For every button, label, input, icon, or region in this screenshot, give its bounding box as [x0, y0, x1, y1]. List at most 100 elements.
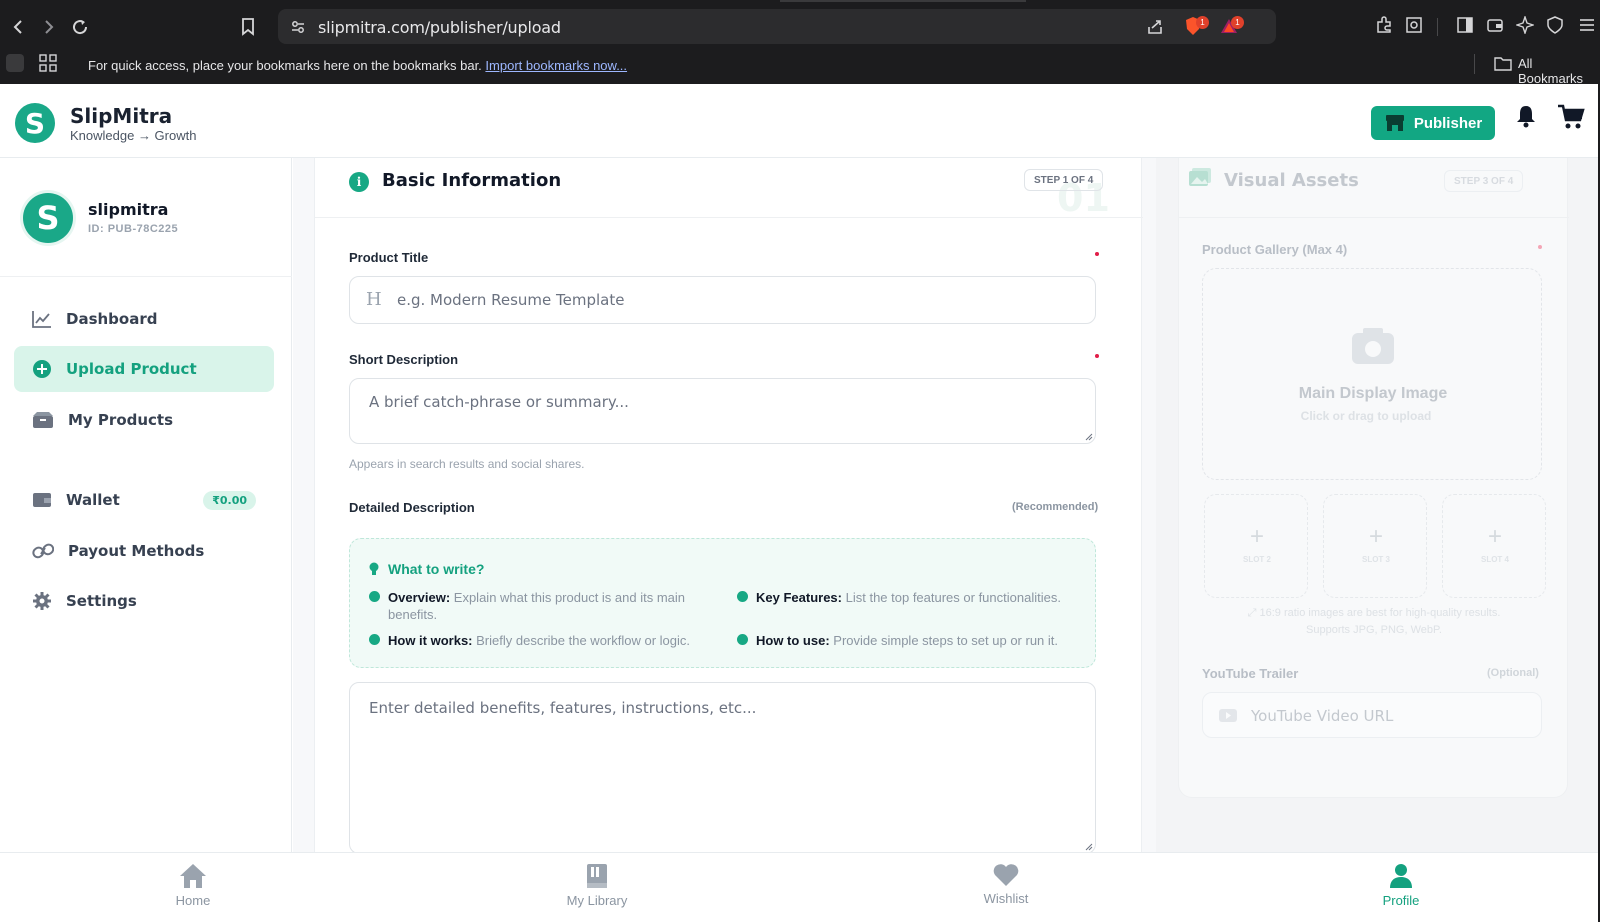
browser-chrome: slipmitra.com/publisher/upload 1 1 For q…: [0, 0, 1600, 86]
sidebar-item-settings[interactable]: Settings: [14, 578, 274, 624]
bottom-nav-label: Profile: [1382, 893, 1420, 908]
check-icon: [369, 591, 380, 602]
guide-key: Overview:: [388, 590, 451, 605]
reload-icon: [73, 20, 88, 35]
gear-icon: [33, 592, 51, 610]
sidebar-item-my-products[interactable]: My Products: [14, 397, 274, 443]
bookmark-page-button[interactable]: [235, 14, 261, 40]
avatar[interactable]: S: [23, 193, 73, 243]
brand-name[interactable]: SlipMitra: [70, 104, 172, 128]
sidebar-item-label: Upload Product: [66, 360, 197, 378]
tab-group-icon[interactable]: [6, 54, 24, 72]
slot-label: SLOT 4: [1480, 555, 1509, 564]
sidebar-item-payout-methods[interactable]: Payout Methods: [14, 528, 274, 574]
bottom-nav-label: Home: [175, 893, 211, 908]
required-indicator: [1095, 252, 1099, 256]
user-name: slipmitra: [88, 200, 169, 219]
chevron-right-icon: [45, 20, 54, 34]
short-description-textarea[interactable]: A brief catch-phrase or summary...: [349, 378, 1096, 444]
slot-label: SLOT 3: [1361, 555, 1390, 564]
store-icon: [1385, 115, 1404, 131]
detailed-description-label: Detailed Description: [349, 500, 475, 515]
publisher-button[interactable]: Publisher: [1371, 106, 1495, 140]
main-image-dropzone[interactable]: Main Display Image Click or drag to uplo…: [1202, 268, 1542, 480]
all-bookmarks[interactable]: All Bookmarks: [1518, 56, 1600, 86]
bottom-nav-home[interactable]: Home: [123, 863, 263, 908]
reload-button[interactable]: [67, 14, 93, 40]
sidebar-item-label: Dashboard: [66, 310, 158, 328]
reader-mode-icon: [1406, 17, 1422, 33]
youtube-url-input[interactable]: YouTube Video URL: [1202, 692, 1542, 738]
product-title-input[interactable]: H e.g. Modern Resume Template: [349, 276, 1096, 324]
wallet-balance-badge: ₹0.00: [203, 491, 256, 510]
folder-icon: [1494, 57, 1512, 71]
bottom-nav-label: Wishlist: [983, 891, 1029, 906]
gallery-label: Product Gallery (Max 4): [1202, 242, 1348, 257]
bell-icon[interactable]: [1515, 104, 1537, 128]
import-bookmarks-link[interactable]: Import bookmarks now...: [485, 58, 627, 73]
address-bar[interactable]: slipmitra.com/publisher/upload 1 1: [278, 9, 1276, 44]
bottom-nav-profile[interactable]: Profile: [1331, 863, 1471, 908]
sidebar-item-upload-product[interactable]: Upload Product: [14, 346, 274, 392]
sidebar-item-dashboard[interactable]: Dashboard: [14, 296, 274, 342]
product-title-label: Product Title: [349, 250, 429, 265]
resize-handle-icon[interactable]: [1085, 433, 1093, 441]
check-icon: [737, 591, 748, 602]
slot-label: SLOT 2: [1242, 555, 1271, 564]
required-indicator: [1538, 245, 1542, 249]
library-icon: [587, 864, 607, 888]
boxes-icon: [33, 412, 53, 428]
wallet-icon: [33, 493, 51, 507]
visual-assets-panel: Visual Assets STEP 3 OF 4 Product Galler…: [1156, 158, 1600, 852]
card-title: Visual Assets: [1224, 170, 1359, 191]
user-id: ID: PUB-78C225: [88, 223, 179, 235]
brand-tagline: Knowledge → Growth: [70, 128, 197, 143]
camera-icon: [1352, 328, 1394, 364]
plus-icon: +: [1368, 523, 1383, 550]
ratio-hint-text: 16:9 ratio images are best for high-qual…: [1259, 607, 1501, 619]
gallery-slot-2[interactable]: + SLOT 2: [1204, 494, 1308, 598]
leo-ai-icon: [1516, 16, 1534, 34]
bookmark-icon: [242, 18, 254, 36]
sidebar-item-wallet[interactable]: Wallet ₹0.00: [14, 477, 274, 523]
wallet-toolbar-icon: [1487, 19, 1503, 32]
forward-button[interactable]: [35, 14, 61, 40]
detailed-description-textarea[interactable]: Enter detailed benefits, features, instr…: [349, 682, 1096, 852]
gallery-slot-3[interactable]: + SLOT 3: [1323, 494, 1427, 598]
bottom-nav-wishlist[interactable]: Wishlist: [936, 863, 1076, 906]
resize-handle-icon[interactable]: [1085, 843, 1093, 851]
recommended-tag: (Recommended): [1012, 501, 1099, 513]
url-text[interactable]: slipmitra.com/publisher/upload: [318, 18, 561, 37]
user-icon: [1390, 864, 1412, 888]
toolbar-divider: [1437, 18, 1438, 36]
chevron-left-icon: [13, 20, 22, 34]
expand-icon: ⤢: [1247, 607, 1257, 619]
main-image-label: Main Display Image: [1298, 385, 1448, 402]
guide-item-key-features: Key Features: List the top features or f…: [756, 589, 1091, 606]
cart-icon[interactable]: [1557, 104, 1585, 130]
card-title: Basic Information: [382, 170, 562, 191]
heading-icon: H: [366, 289, 382, 310]
guide-item-how-it-works: How it works: Briefly describe the workf…: [388, 632, 733, 649]
short-description-placeholder: A brief catch-phrase or summary...: [369, 393, 629, 411]
short-description-hint: Appears in search results and social sha…: [349, 457, 585, 471]
info-icon: i: [349, 172, 369, 192]
optional-tag: (Optional): [1487, 667, 1539, 679]
share-icon: [1148, 20, 1162, 34]
youtube-icon: [1219, 709, 1237, 722]
guide-value: Briefly describe the workflow or logic.: [476, 633, 690, 648]
site-settings-icon: [292, 21, 304, 33]
check-icon: [369, 634, 380, 645]
link-icon: [32, 543, 54, 559]
gallery-slot-4[interactable]: + SLOT 4: [1442, 494, 1546, 598]
bottom-navigation: Home My Library Wishlist Profile: [0, 852, 1600, 922]
bottom-nav-my-library[interactable]: My Library: [527, 863, 667, 908]
sidebar-item-label: Settings: [66, 592, 137, 610]
brand-logo[interactable]: S: [15, 103, 55, 143]
back-button[interactable]: [6, 14, 32, 40]
plus-circle-icon: [33, 360, 51, 378]
rewards-count: 1: [1231, 16, 1244, 29]
publisher-label: Publisher: [1413, 114, 1483, 132]
required-indicator: [1095, 354, 1099, 358]
bookmarks-divider: [1474, 54, 1475, 74]
